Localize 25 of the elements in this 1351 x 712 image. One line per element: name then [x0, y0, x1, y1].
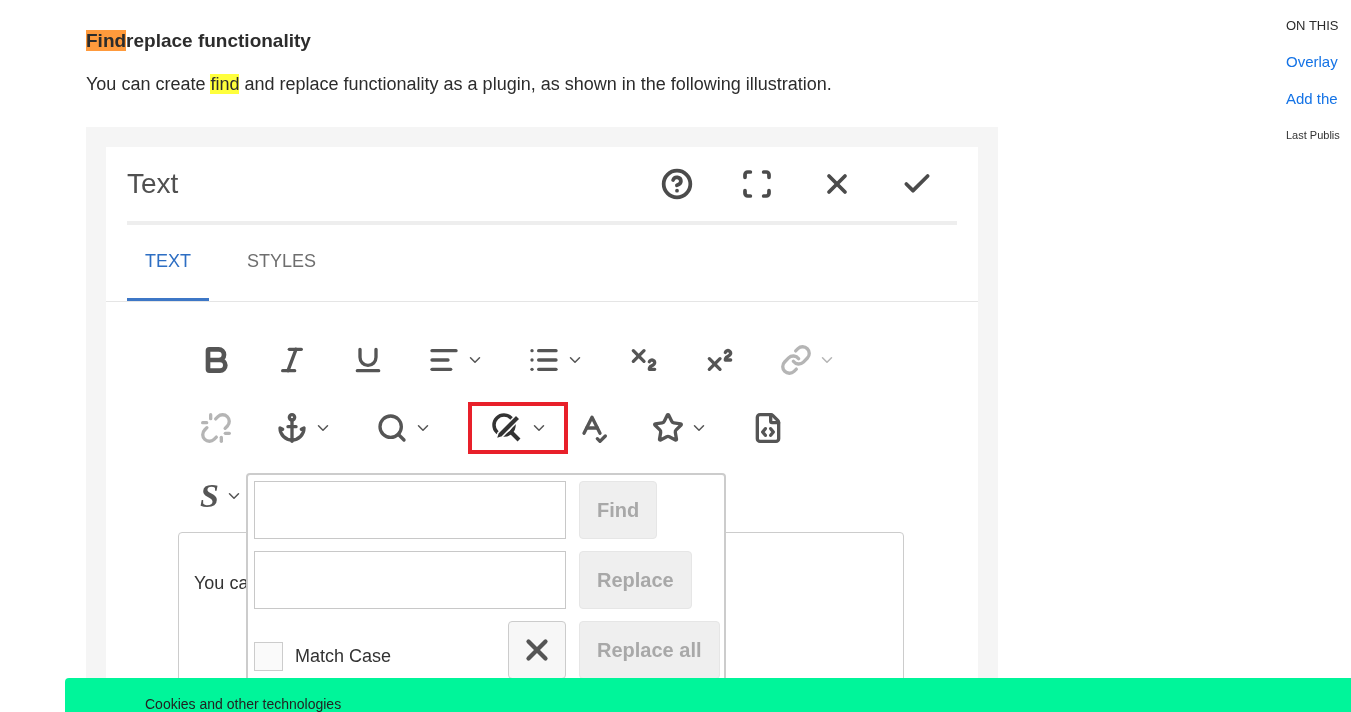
link-icon	[780, 344, 812, 376]
help-icon[interactable]	[661, 168, 693, 200]
tab[interactable]: TEXT	[127, 225, 209, 301]
last-published-note: Last Publis	[1286, 129, 1340, 141]
checkbox-label: Match Case	[295, 645, 393, 667]
sidebar-link[interactable]: Add the	[1286, 90, 1340, 107]
anchor-icon	[276, 412, 308, 444]
checkbox[interactable]	[254, 641, 283, 671]
sidebar-link[interactable]: Overlay	[1286, 53, 1340, 70]
dialog-title: Text	[127, 168, 180, 200]
star-icon	[652, 412, 684, 444]
section-heading: Findreplace functionality	[86, 29, 312, 53]
sidebar-title: ON THIS	[1286, 18, 1340, 33]
style-label: S	[200, 477, 219, 515]
find-field[interactable]	[254, 481, 566, 539]
clear-button[interactable]	[508, 621, 566, 679]
fullscreen-icon[interactable]	[741, 168, 773, 200]
toolbar-button[interactable]: S	[192, 470, 292, 522]
toolbar-button[interactable]	[468, 402, 568, 454]
tab[interactable]: STYLES	[229, 225, 335, 301]
paragraph: You can create find and replace functionality as a plugin, as shown in the following illustration.	[86, 74, 833, 95]
replace-field[interactable]	[254, 551, 566, 609]
cookie-text: Cookies and other technologies	[145, 696, 342, 712]
unlink-icon	[200, 412, 232, 444]
search-icon	[376, 412, 408, 444]
